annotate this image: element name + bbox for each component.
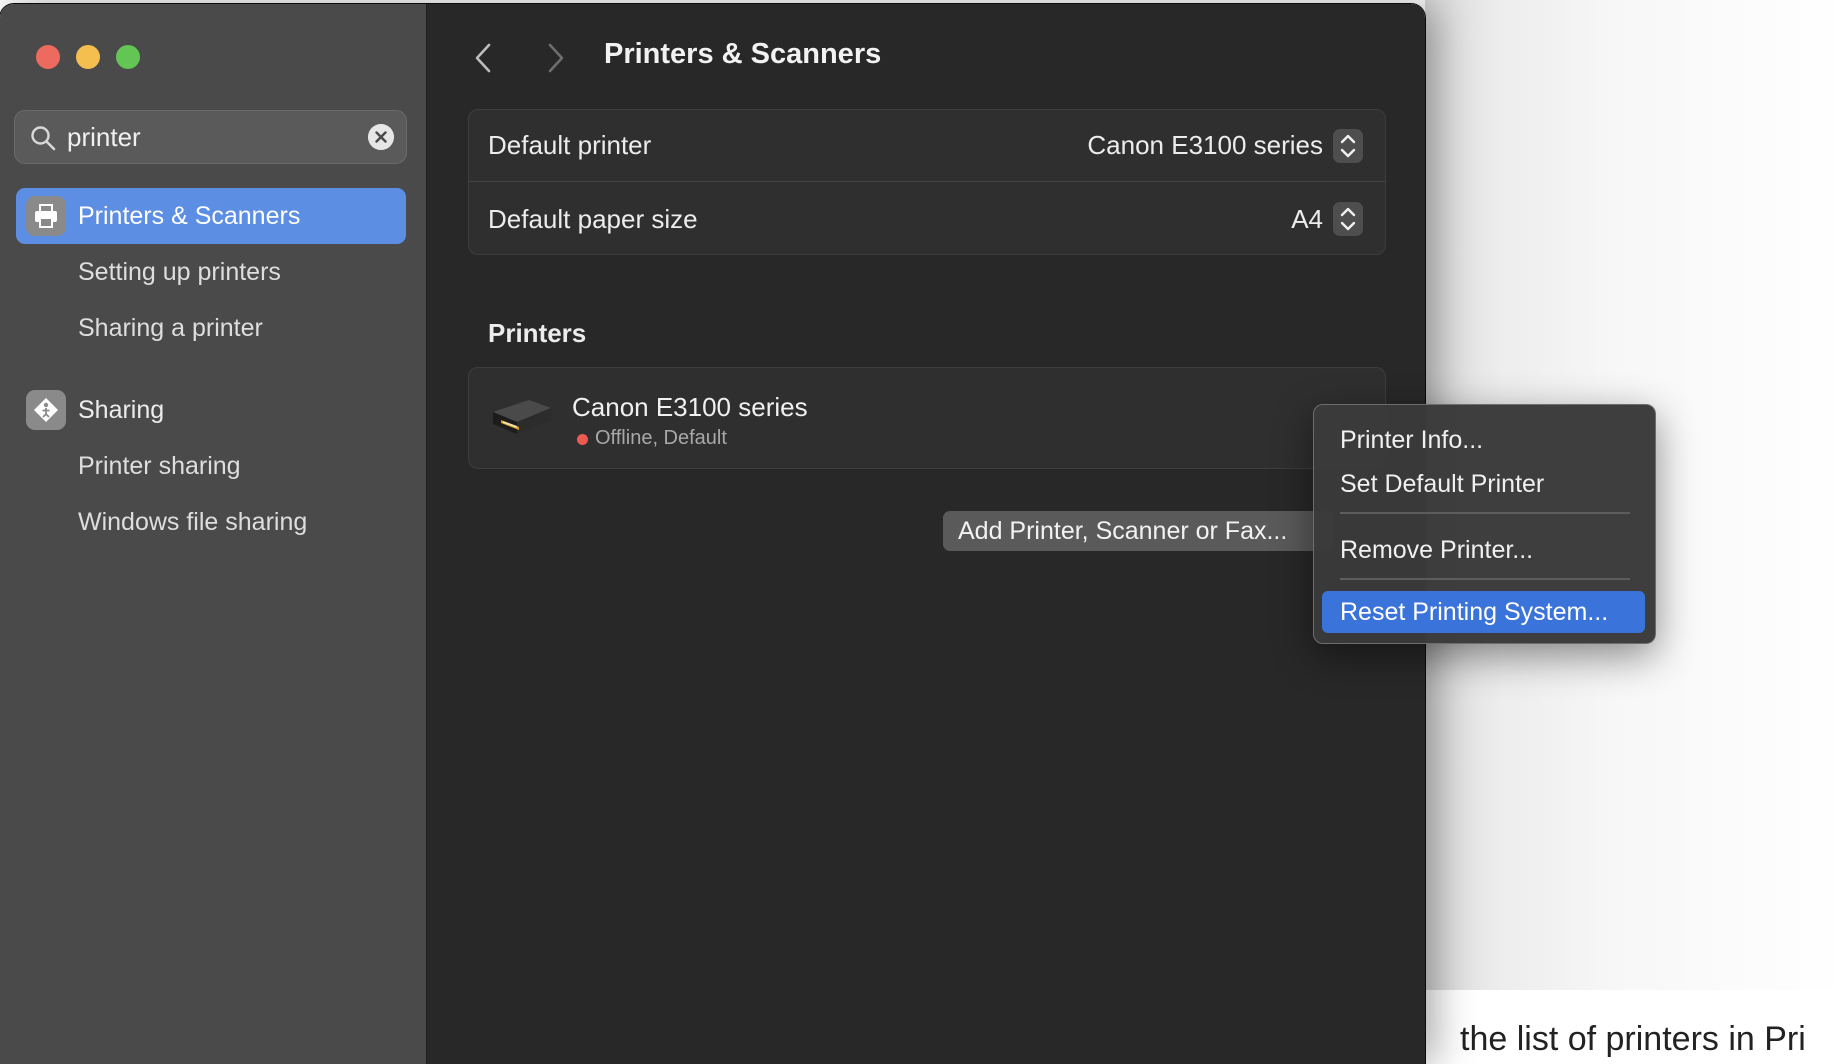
search-field[interactable] [14, 110, 407, 164]
add-printer-button[interactable]: Add Printer, Scanner or Fax... [943, 511, 1335, 551]
default-printer-label: Default printer [488, 130, 652, 160]
sidebar-item-windows-file-sharing[interactable]: Windows file sharing [78, 508, 307, 537]
menu-item-printer-info[interactable]: Printer Info... [1322, 419, 1645, 461]
printer-status: Offline, Default [595, 427, 727, 449]
printers-heading: Printers [488, 318, 587, 348]
sidebar-item-setting-up-printers[interactable]: Setting up printers [78, 258, 281, 287]
menu-item-set-default-printer[interactable]: Set Default Printer [1322, 463, 1645, 505]
menu-item-reset-printing-system[interactable]: Reset Printing System... [1322, 591, 1645, 633]
default-printer-stepper-icon[interactable] [1333, 128, 1363, 163]
menu-separator [1340, 578, 1630, 580]
sidebar-item-printers-scanners[interactable]: Printers & Scanners [16, 188, 406, 244]
back-chevron-icon[interactable] [470, 40, 496, 76]
printer-context-menu: Printer Info... Set Default Printer Remo… [1313, 404, 1656, 644]
default-printer-select[interactable]: Canon E3100 series [1087, 130, 1323, 161]
menu-separator [1340, 512, 1630, 514]
sidebar-item-sharing-a-printer[interactable]: Sharing a printer [78, 314, 263, 343]
sidebar-item-printer-sharing[interactable]: Printer sharing [78, 452, 241, 481]
paper-size-stepper-icon[interactable] [1333, 202, 1363, 236]
page-title: Printers & Scanners [604, 38, 882, 70]
close-window-button[interactable] [36, 45, 60, 69]
settings-window: Printers & Scanners Setting up printers … [0, 4, 1425, 1064]
default-settings-group: Default printer Canon E3100 series Defau… [468, 109, 1386, 255]
printer-list-item[interactable]: Canon E3100 series Offline, Default [468, 367, 1386, 469]
sidebar: Printers & Scanners Setting up printers … [0, 4, 427, 1064]
clear-search-icon[interactable] [368, 124, 394, 150]
default-printer-row: Default printer Canon E3100 series [469, 110, 1385, 182]
minimize-window-button[interactable] [76, 45, 100, 69]
sidebar-item-sharing[interactable]: Sharing [16, 382, 406, 438]
search-input[interactable] [67, 119, 357, 155]
paper-size-select[interactable]: A4 [1291, 204, 1323, 235]
search-icon [31, 126, 56, 151]
menu-item-remove-printer[interactable]: Remove Printer... [1322, 529, 1645, 571]
paper-size-row: Default paper size A4 [469, 183, 1385, 255]
printer-name: Canon E3100 series [572, 392, 808, 422]
sidebar-item-label: Sharing [78, 395, 165, 424]
canon-printer-icon [493, 400, 551, 434]
sidebar-item-label: Printers & Scanners [78, 201, 301, 230]
zoom-window-button[interactable] [116, 45, 140, 69]
printer-icon [26, 196, 66, 236]
sharing-icon [26, 390, 66, 430]
forward-chevron-icon[interactable] [543, 40, 569, 76]
offline-status-dot [577, 434, 588, 445]
paper-size-label: Default paper size [488, 203, 698, 234]
